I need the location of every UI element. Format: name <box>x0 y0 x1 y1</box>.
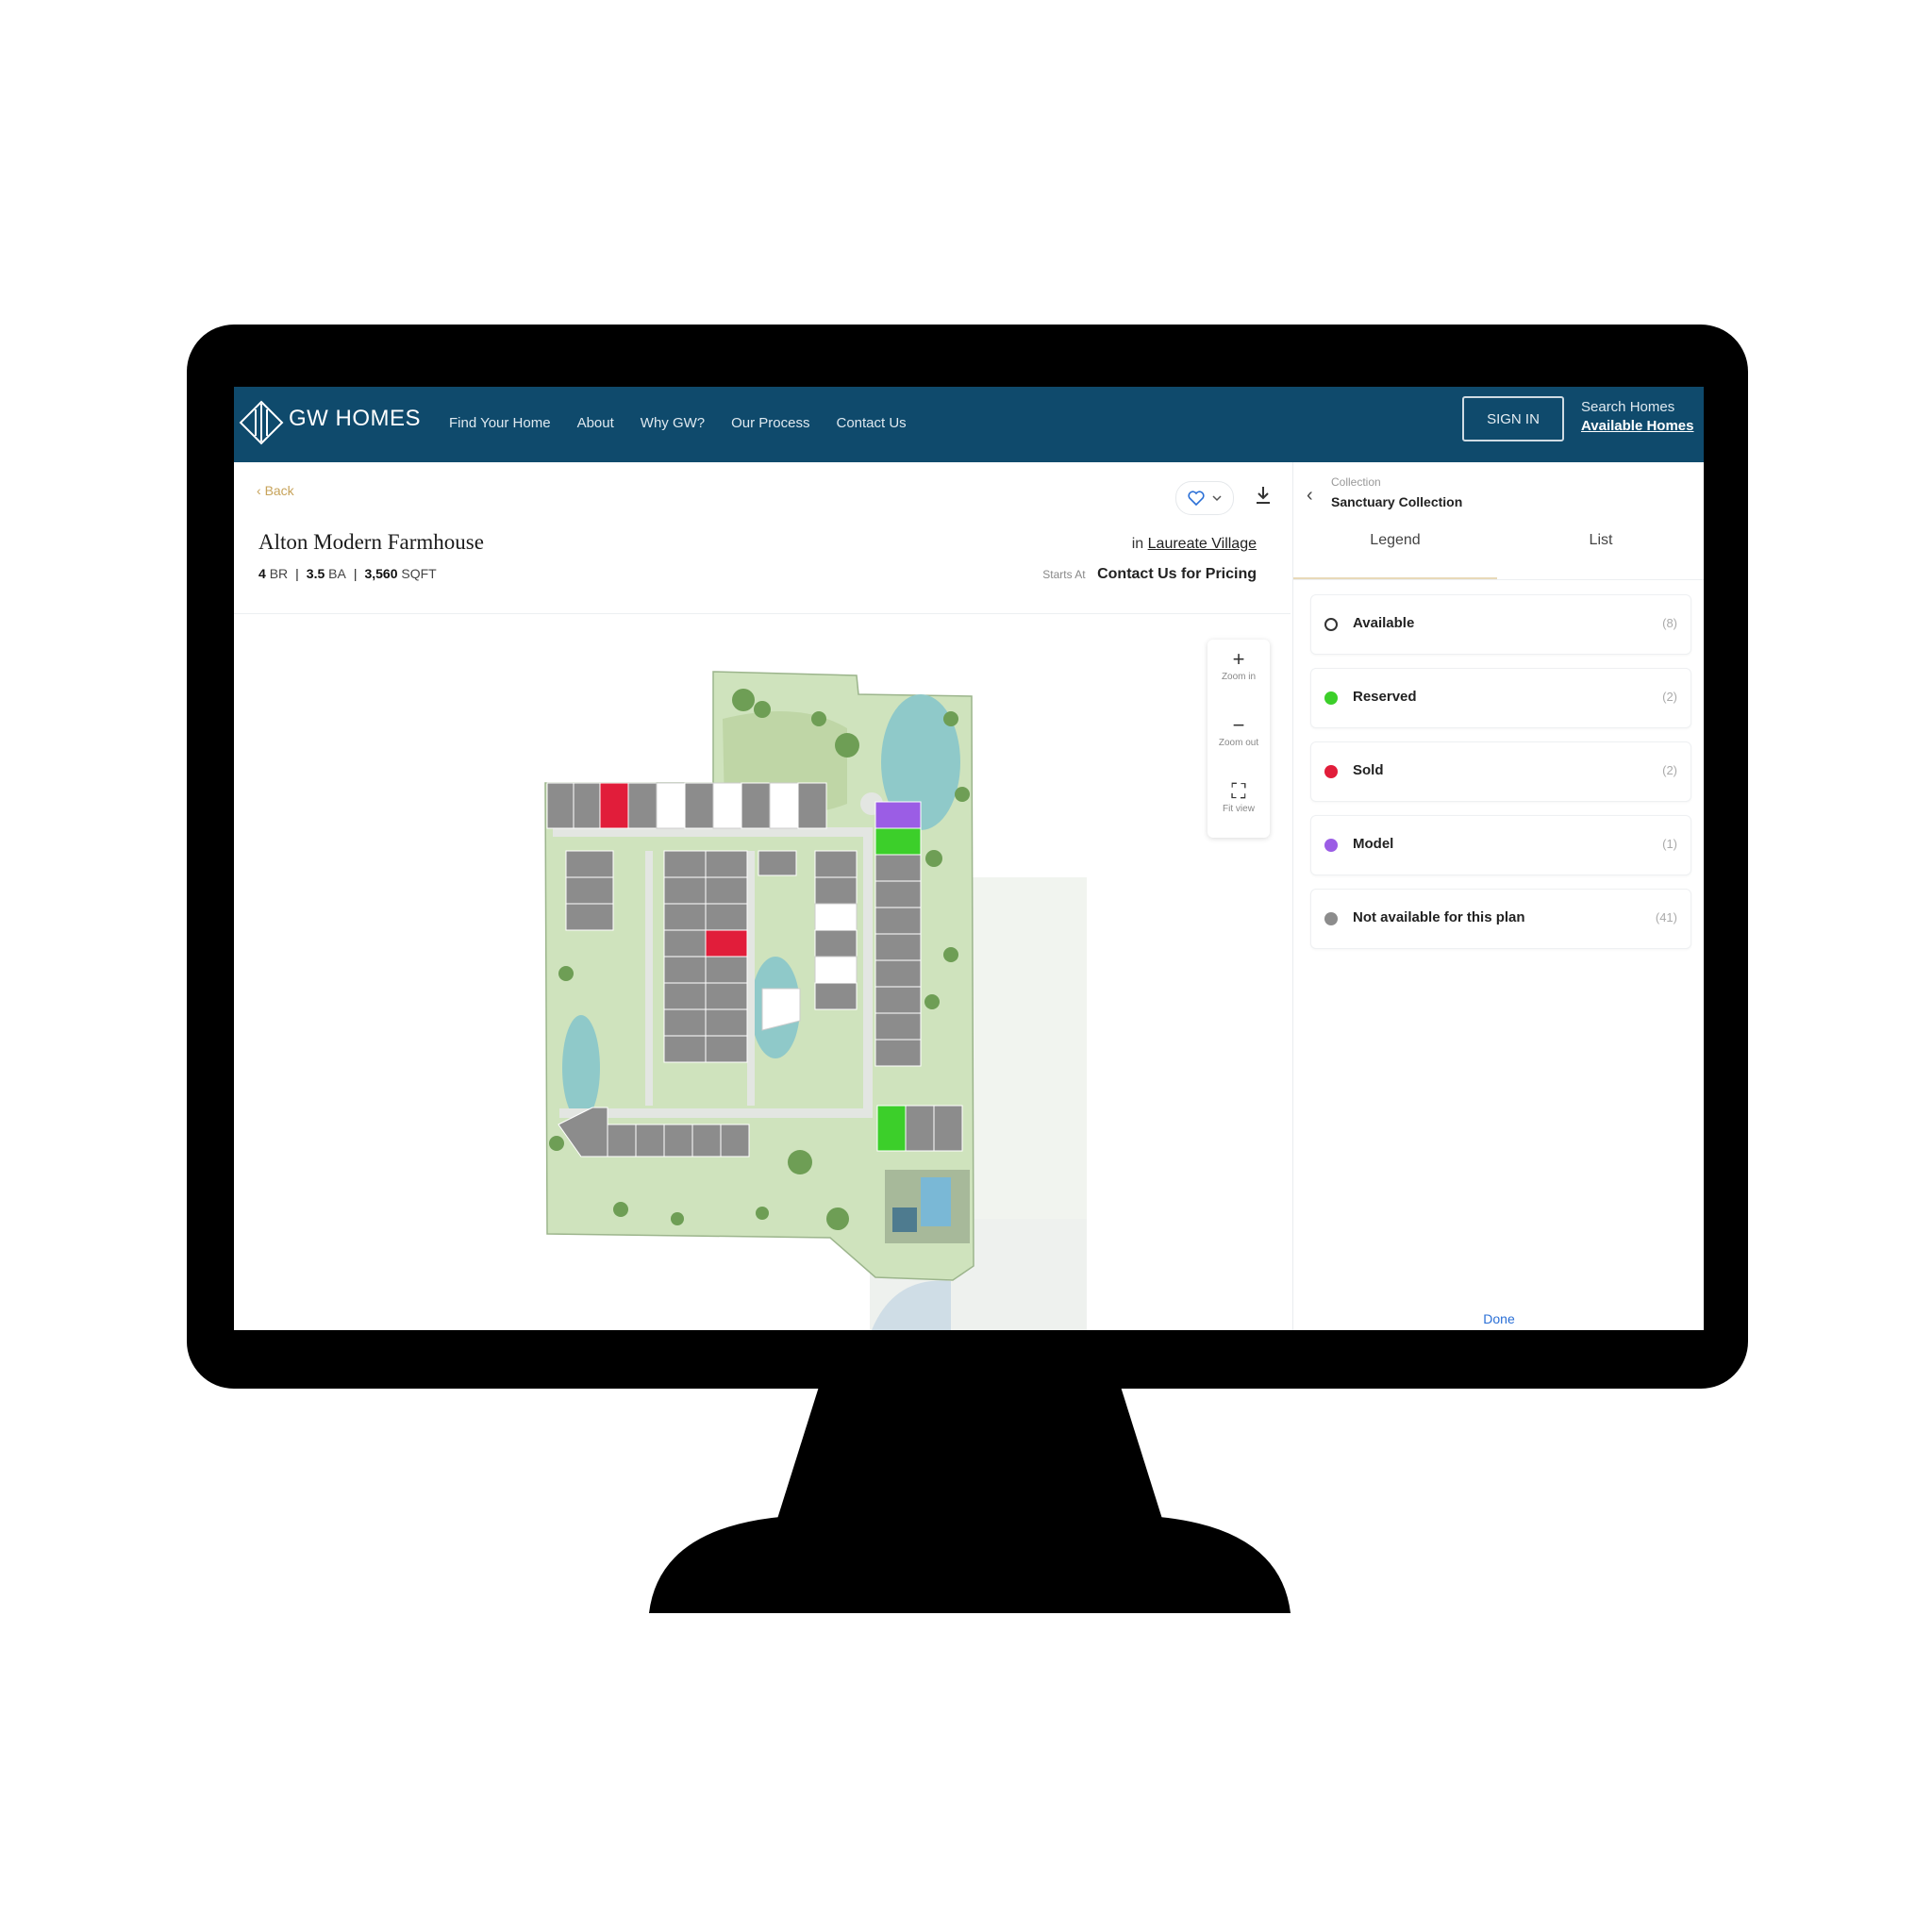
legend-label: Not available for this plan <box>1353 909 1525 925</box>
legend-item-not-available[interactable]: Not available for this plan (41) <box>1310 889 1691 949</box>
community-link[interactable]: Laureate Village <box>1148 536 1257 552</box>
tab-list-label: List <box>1589 532 1613 548</box>
heart-icon <box>1188 491 1205 506</box>
legend-label: Reserved <box>1353 689 1417 705</box>
site-plan-map[interactable] <box>234 615 1291 1330</box>
price-label: Starts At <box>1042 568 1086 581</box>
legend-count: (2) <box>1662 690 1677 704</box>
legend-label: Sold <box>1353 762 1384 778</box>
plan-specs: 4 BR | 3.5 BA | 3,560 SQFT <box>258 566 437 581</box>
zoom-out-button[interactable]: − Zoom out <box>1208 706 1270 768</box>
map-zoom-controls: + Zoom in − Zoom out ⛶ Fit view <box>1208 640 1270 838</box>
sqft-unit: SQFT <box>401 566 437 581</box>
beds-unit: BR <box>269 566 289 581</box>
legend-item-available[interactable]: Available (8) <box>1310 594 1691 655</box>
minus-icon: − <box>1232 713 1245 737</box>
search-homes-link[interactable]: Search Homes Available Homes <box>1581 398 1694 436</box>
chevron-left-icon: ‹ <box>257 483 261 498</box>
available-status-icon <box>1324 618 1338 631</box>
back-label: Back <box>264 483 294 498</box>
tabs-divider <box>1293 579 1704 580</box>
nav-contact-us[interactable]: Contact Us <box>836 415 906 431</box>
fit-view-label: Fit view <box>1223 804 1255 814</box>
price-value[interactable]: Contact Us for Pricing <box>1097 566 1257 582</box>
sqft-value: 3,560 <box>364 566 398 581</box>
nav-why-gw[interactable]: Why GW? <box>641 415 705 431</box>
lots-west-column[interactable] <box>565 850 614 931</box>
spec-separator: | <box>295 566 299 581</box>
legend-count: (1) <box>1662 837 1677 851</box>
search-homes-title: Search Homes <box>1581 399 1675 415</box>
legend-count: (2) <box>1662 763 1677 777</box>
adjacent-parcel <box>970 877 1087 1228</box>
chevron-down-icon <box>1212 495 1222 502</box>
legend-count: (41) <box>1655 910 1677 924</box>
available-homes-link[interactable]: Available Homes <box>1581 417 1694 436</box>
pricing-line: Starts At Contact Us for Pricing <box>1042 566 1257 583</box>
header-divider <box>234 613 1291 614</box>
legend-label: Available <box>1353 615 1415 631</box>
beds-value: 4 <box>258 566 266 581</box>
done-button[interactable]: Done <box>1293 1311 1704 1326</box>
tab-list[interactable]: List <box>1499 532 1703 577</box>
nav-about[interactable]: About <box>577 415 614 431</box>
baths-value: 3.5 <box>306 566 325 581</box>
download-icon[interactable] <box>1251 483 1275 508</box>
beds-spec: 4 BR <box>258 566 288 581</box>
brand-name[interactable]: GW HOMES <box>289 406 421 432</box>
collection-panel: ‹ Collection Sanctuary Collection Legend… <box>1292 462 1704 1330</box>
community-prefix: in <box>1131 536 1144 552</box>
legend-count: (8) <box>1662 616 1677 630</box>
chevron-left-icon[interactable]: ‹ <box>1307 485 1313 507</box>
tab-legend[interactable]: Legend <box>1293 532 1497 580</box>
baths-spec: 3.5 BA <box>307 566 346 581</box>
reserved-status-icon <box>1324 691 1338 705</box>
spec-separator: | <box>353 566 358 581</box>
legend-item-sold[interactable]: Sold (2) <box>1310 741 1691 802</box>
plan-title: Alton Modern Farmhouse <box>258 530 484 554</box>
top-navigation: GW HOMES Find Your Home About Why GW? Ou… <box>234 387 1704 462</box>
lots-east-column[interactable] <box>874 801 922 1067</box>
community-line: in Laureate Village <box>1132 536 1257 553</box>
legend-item-reserved[interactable]: Reserved (2) <box>1310 668 1691 728</box>
amenity-center[interactable] <box>885 1170 970 1243</box>
zoom-out-label: Zoom out <box>1218 738 1259 748</box>
pond-west[interactable] <box>562 1015 600 1121</box>
fit-view-icon: ⛶ <box>1231 779 1246 803</box>
sold-status-icon <box>1324 765 1338 778</box>
nav-find-your-home[interactable]: Find Your Home <box>449 415 551 431</box>
gw-logo-icon[interactable] <box>238 399 285 446</box>
favorite-dropdown[interactable] <box>1175 481 1234 515</box>
collection-name: Sanctuary Collection <box>1331 494 1463 509</box>
zoom-in-label: Zoom in <box>1221 672 1257 682</box>
tab-legend-label: Legend <box>1370 532 1421 548</box>
lots-top-row[interactable] <box>546 782 827 829</box>
legend-item-model[interactable]: Model (1) <box>1310 815 1691 875</box>
main-nav: Find Your Home About Why GW? Our Process… <box>449 415 907 431</box>
fit-view-button[interactable]: ⛶ Fit view <box>1208 772 1270 834</box>
zoom-in-button[interactable]: + Zoom in <box>1208 640 1270 702</box>
back-link[interactable]: ‹ Back <box>257 483 294 498</box>
browser-screen: GW HOMES Find Your Home About Why GW? Ou… <box>234 387 1704 1330</box>
sqft-spec: 3,560 SQFT <box>364 566 436 581</box>
model-status-icon <box>1324 839 1338 852</box>
sign-in-button[interactable]: SIGN IN <box>1462 396 1564 441</box>
not-available-status-icon <box>1324 912 1338 925</box>
legend-label: Model <box>1353 836 1394 852</box>
lots-center-block[interactable] <box>663 850 748 1063</box>
nav-our-process[interactable]: Our Process <box>731 415 809 431</box>
collection-label: Collection <box>1331 475 1381 489</box>
baths-unit: BA <box>328 566 346 581</box>
plus-icon: + <box>1232 647 1245 671</box>
